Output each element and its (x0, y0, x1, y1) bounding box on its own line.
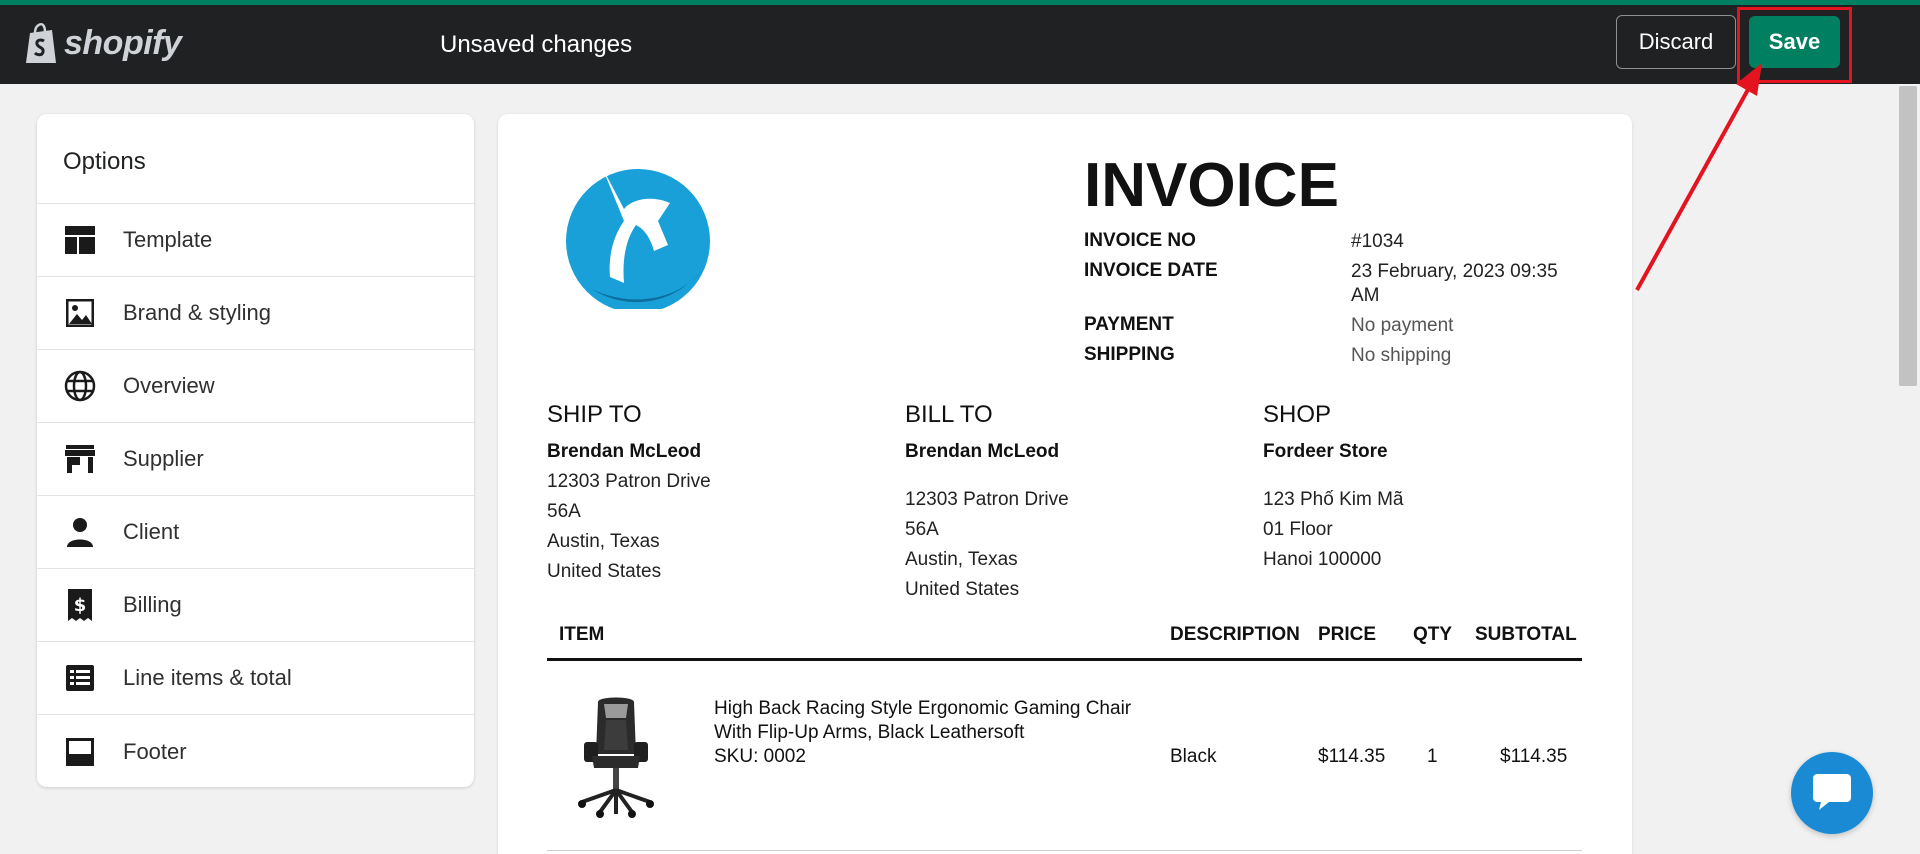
payment-label: PAYMENT (1084, 314, 1174, 335)
col-header-item: ITEM (559, 624, 605, 645)
col-header-subtotal: SUBTOTAL (1475, 624, 1577, 645)
item-sku: SKU: 0002 (714, 746, 806, 767)
ship-to-heading: SHIP TO (547, 401, 642, 428)
option-template[interactable]: Template (37, 204, 474, 277)
chat-button[interactable] (1791, 752, 1873, 834)
item-subtotal: $114.35 (1500, 746, 1568, 767)
invoice-title: INVOICE (1084, 151, 1339, 220)
shopify-bag-icon (26, 23, 56, 63)
option-label: Supplier (123, 446, 204, 471)
option-brand-styling[interactable]: Brand & styling (37, 277, 474, 350)
template-icon (63, 223, 97, 257)
receipt-icon: $ (63, 588, 97, 622)
shop-name: Fordeer Store (1263, 441, 1388, 462)
save-highlight-box (1737, 7, 1852, 83)
discard-button[interactable]: Discard (1616, 15, 1736, 69)
item-description: Black (1170, 746, 1217, 767)
invoice-no-value: #1034 (1351, 231, 1404, 252)
ship-to-line: 12303 Patron Drive (547, 471, 711, 492)
chat-bubble-icon (1813, 774, 1851, 810)
store-logo (566, 167, 710, 309)
ship-to-line: Austin, Texas (547, 531, 660, 552)
invoice-preview: INVOICE INVOICE NO #1034 INVOICE DATE 23… (498, 114, 1632, 854)
product-thumbnail (578, 697, 654, 818)
invoice-date-value: 23 February, 2023 09:35 AM (1351, 261, 1558, 306)
top-bar: shopify Unsaved changes Discard Save (0, 5, 1920, 84)
scrollbar-thumb[interactable] (1899, 86, 1917, 386)
bill-to-line: 56A (905, 519, 939, 540)
shop-heading: SHOP (1263, 401, 1332, 428)
invoice-no-label: INVOICE NO (1084, 230, 1196, 251)
invoice-date-label: INVOICE DATE (1084, 260, 1218, 281)
bill-to-heading: BILL TO (905, 401, 993, 428)
item-name-line1: High Back Racing Style Ergonomic Gaming … (714, 698, 1132, 719)
option-overview[interactable]: Overview (37, 350, 474, 423)
ship-to-line: United States (547, 561, 662, 582)
option-label: Footer (123, 738, 187, 764)
bill-to-line: United States (905, 579, 1020, 600)
shipping-value: No shipping (1351, 345, 1452, 366)
table-header-divider (547, 658, 1582, 661)
option-label: Overview (123, 373, 215, 398)
shopify-logo[interactable]: shopify (24, 21, 182, 65)
bill-to-line: Austin, Texas (905, 549, 1018, 570)
list-icon (63, 661, 97, 695)
svg-text:$: $ (74, 595, 87, 616)
unsaved-changes-label: Unsaved changes (440, 31, 633, 58)
options-panel: Options Template Brand & styling Overvie… (37, 114, 474, 787)
col-header-price: PRICE (1318, 624, 1377, 645)
shop-line: Hanoi 100000 (1263, 549, 1382, 570)
ship-to-name: Brendan McLeod (547, 441, 702, 462)
footer-icon (63, 735, 97, 769)
option-label: Billing (123, 592, 182, 617)
store-icon (63, 442, 97, 476)
col-header-qty: QTY (1413, 624, 1453, 645)
item-name-line2: With Flip-Up Arms, Black Leathersoft (714, 722, 1025, 743)
bill-to-name: Brendan McLeod (905, 441, 1060, 462)
shop-line: 01 Floor (1263, 519, 1333, 540)
table-row-divider (547, 850, 1582, 851)
shop-line: 123 Phố Kim Mã (1263, 489, 1404, 510)
shipping-label: SHIPPING (1084, 344, 1175, 365)
option-label: Line items & total (123, 665, 292, 690)
col-header-description: DESCRIPTION (1170, 624, 1300, 645)
option-label: Template (123, 227, 213, 252)
option-client[interactable]: Client (37, 496, 474, 569)
option-billing[interactable]: $ Billing (37, 569, 474, 642)
item-qty: 1 (1427, 746, 1438, 767)
option-label: Client (123, 519, 180, 544)
item-price: $114.35 (1318, 746, 1386, 767)
shopify-wordmark: shopify (64, 23, 182, 62)
bill-to-line: 12303 Patron Drive (905, 489, 1069, 510)
globe-icon (63, 369, 97, 403)
option-supplier[interactable]: Supplier (37, 423, 474, 496)
option-line-items-total[interactable]: Line items & total (37, 642, 474, 715)
option-label: Brand & styling (123, 300, 271, 325)
image-icon (63, 296, 97, 330)
person-icon (63, 515, 97, 549)
payment-value: No payment (1351, 315, 1454, 336)
options-title: Options (37, 114, 474, 204)
ship-to-line: 56A (547, 501, 581, 522)
option-footer[interactable]: Footer (37, 715, 474, 787)
